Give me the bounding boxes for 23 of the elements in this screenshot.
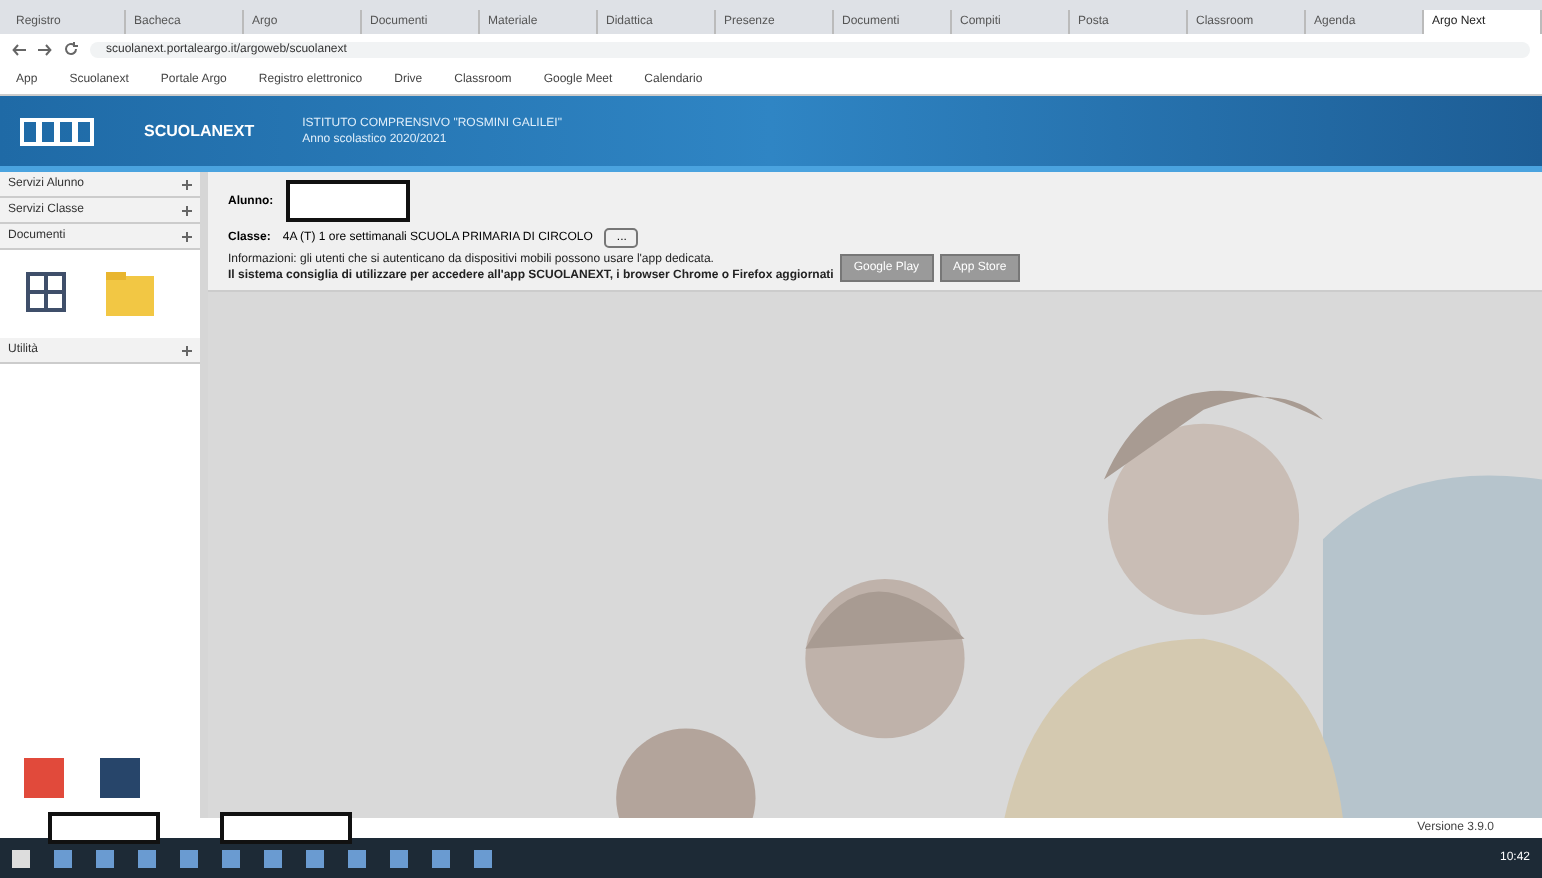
taskbar-app-icon[interactable]: [222, 849, 240, 867]
taskbar-app-icon[interactable]: [390, 849, 408, 867]
grid-icon[interactable]: [24, 270, 68, 314]
back-arrow-icon[interactable]: [12, 43, 26, 55]
taskbar-app-icon[interactable]: [96, 849, 114, 867]
forward-arrow-icon[interactable]: [38, 43, 52, 55]
redacted-block: [285, 180, 410, 222]
taskbar-app-icon[interactable]: [180, 849, 198, 867]
taskbar-app-icon[interactable]: [474, 849, 492, 867]
taskbar-app-icon[interactable]: [432, 849, 450, 867]
plus-icon[interactable]: [182, 179, 192, 189]
app-name: SCUOLANEXT: [144, 122, 255, 140]
plus-icon[interactable]: [182, 345, 192, 355]
taskbar-app-icon[interactable]: [348, 849, 366, 867]
logo-icon: [20, 117, 96, 145]
taskbar-app-icon[interactable]: [306, 849, 324, 867]
plus-icon[interactable]: [182, 231, 192, 241]
taskbar-app-icon[interactable]: [264, 849, 282, 867]
taskbar-app-icon[interactable]: [138, 849, 156, 867]
taskbar-app-icon[interactable]: [54, 849, 72, 867]
start-icon[interactable]: [12, 849, 30, 867]
reload-icon[interactable]: [64, 42, 78, 56]
plus-icon[interactable]: [182, 205, 192, 215]
